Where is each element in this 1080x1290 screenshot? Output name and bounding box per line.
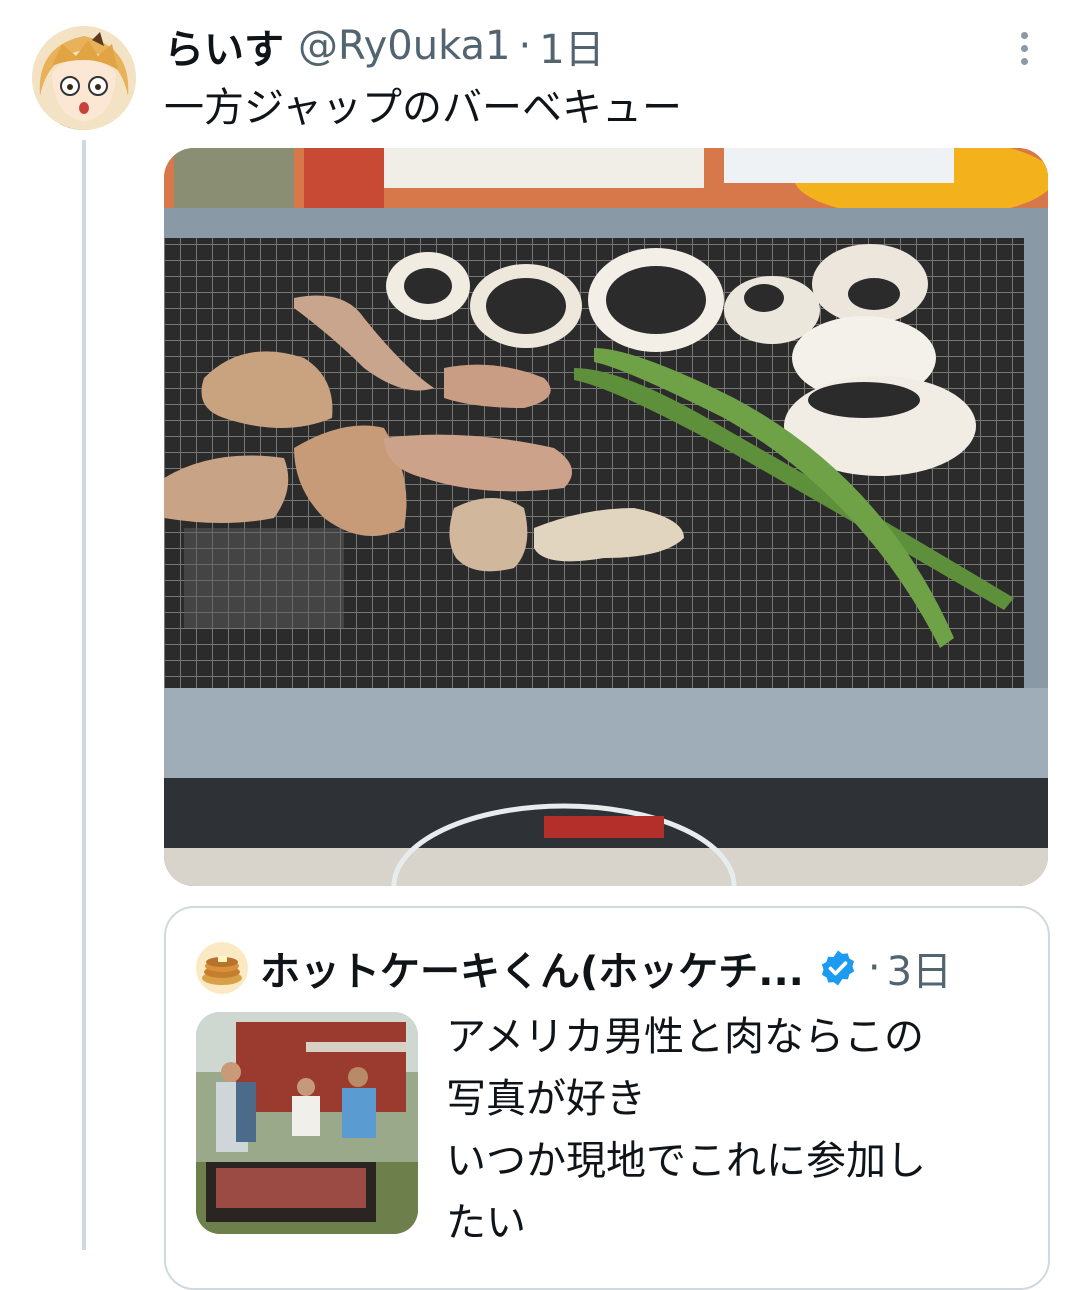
- quote-text-line: 写真が好き: [446, 1076, 646, 1122]
- anime-character-avatar-icon: [32, 26, 136, 130]
- quote-media-thumbnail[interactable]: [196, 1012, 418, 1234]
- user-handle[interactable]: @Ry0uka1: [298, 23, 511, 69]
- bbq-grill-photo: [164, 148, 1048, 886]
- quote-avatar[interactable]: [196, 942, 248, 994]
- quote-display-name[interactable]: ホットケーキくん(ホッケチ...: [260, 939, 804, 997]
- thread-line: [82, 140, 86, 1250]
- quote-text-line: アメリカ男性と肉ならこの: [446, 1014, 924, 1060]
- separator-dot: ·: [518, 23, 532, 69]
- tweet-timestamp[interactable]: 1日: [539, 17, 604, 75]
- display-name[interactable]: らいす: [164, 17, 284, 75]
- quote-header: ホットケーキくん(ホッケチ... · 3日: [196, 938, 952, 998]
- quote-timestamp[interactable]: 3日: [887, 939, 952, 997]
- tweet-text: 一方ジャップのバーベキュー: [164, 85, 682, 131]
- more-options-button[interactable]: [1004, 28, 1044, 68]
- american-bbq-photo: [196, 1012, 418, 1234]
- quote-text-line: いつか現地でこれに参加し: [446, 1138, 926, 1184]
- quote-text: アメリカ男性と肉ならこの 写真が好き いつか現地でこれに参加し たい: [446, 1006, 1026, 1254]
- verified-badge-icon: [821, 950, 855, 986]
- pancake-avatar-icon: [196, 942, 248, 994]
- more-vertical-icon: [1020, 31, 1028, 39]
- tweet-header: らいす @Ry0uka1 · 1日: [164, 18, 1004, 74]
- quote-text-line: たい: [446, 1200, 526, 1246]
- tweet-media-photo[interactable]: [164, 148, 1048, 886]
- quote-separator-dot: ·: [867, 945, 881, 991]
- user-avatar[interactable]: [32, 26, 136, 130]
- quoted-tweet-card[interactable]: ホットケーキくん(ホッケチ... · 3日 アメリカ男性と肉ならこの 写真が好き…: [164, 906, 1050, 1290]
